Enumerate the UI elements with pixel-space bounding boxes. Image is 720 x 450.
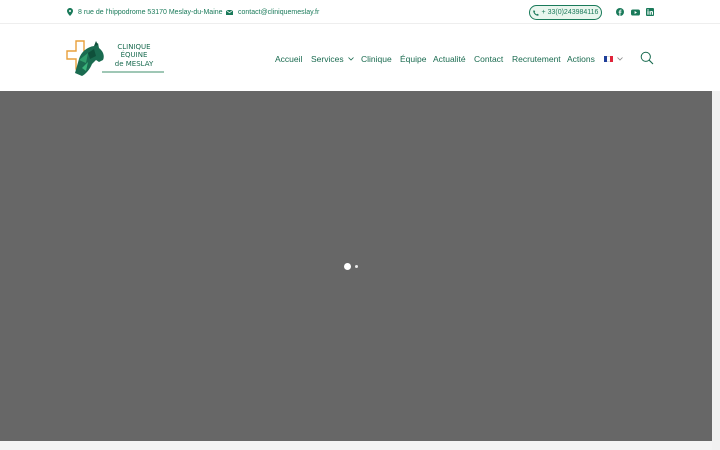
email-text: contact@cliniquemeslay.fr bbox=[238, 8, 320, 16]
logo-line-3: de MESLAY bbox=[114, 60, 154, 68]
chevron-down-icon bbox=[617, 57, 623, 61]
chevron-down-icon bbox=[347, 57, 354, 61]
address-text: 8 rue de l'hippodrome 53170 Meslay-du-Ma… bbox=[78, 8, 223, 16]
scrollbar[interactable] bbox=[712, 91, 720, 450]
slider-dot-active[interactable] bbox=[344, 263, 351, 270]
nav-accueil[interactable]: Accueil bbox=[275, 53, 302, 65]
envelope-icon bbox=[226, 9, 233, 15]
nav-actualite[interactable]: Actualité bbox=[433, 53, 466, 65]
hero-slider bbox=[0, 91, 712, 441]
linkedin-icon[interactable] bbox=[645, 7, 655, 17]
youtube-icon[interactable] bbox=[630, 7, 640, 17]
map-pin-icon bbox=[67, 8, 73, 16]
nav-equipe[interactable]: Équipe bbox=[400, 53, 426, 65]
email-link[interactable]: contact@cliniquemeslay.fr bbox=[226, 6, 319, 18]
top-bar: 8 rue de l'hippodrome 53170 Meslay-du-Ma… bbox=[0, 0, 720, 24]
logo[interactable]: CLINIQUE ÉQUINE de MESLAY bbox=[66, 38, 164, 78]
search-icon[interactable] bbox=[640, 51, 654, 65]
nav-recrutement[interactable]: Recrutement bbox=[512, 53, 561, 65]
page-bottom-strip bbox=[0, 441, 712, 450]
nav-services-label: Services bbox=[311, 54, 344, 64]
nav-services[interactable]: Services bbox=[311, 53, 354, 65]
france-flag-icon bbox=[604, 56, 613, 62]
horse-cross-logo-icon bbox=[66, 40, 104, 76]
phone-button[interactable]: + 33(0)243984116 bbox=[529, 5, 602, 20]
slider-dot[interactable] bbox=[355, 265, 358, 268]
nav-clinique[interactable]: Clinique bbox=[361, 53, 392, 65]
nav-actions[interactable]: Actions bbox=[567, 53, 595, 65]
nav-contact[interactable]: Contact bbox=[474, 53, 503, 65]
phone-text: + 33(0)243984116 bbox=[541, 9, 599, 16]
logo-line-1: CLINIQUE bbox=[117, 43, 151, 51]
logo-tagline-decoration bbox=[102, 71, 164, 73]
logo-line-2: ÉQUINE bbox=[120, 51, 148, 59]
site-header: CLINIQUE ÉQUINE de MESLAY Accueil Servic… bbox=[0, 25, 720, 91]
facebook-icon[interactable] bbox=[615, 7, 625, 17]
phone-icon bbox=[532, 9, 539, 16]
address-info: 8 rue de l'hippodrome 53170 Meslay-du-Ma… bbox=[67, 6, 223, 18]
language-switcher[interactable] bbox=[604, 54, 623, 64]
